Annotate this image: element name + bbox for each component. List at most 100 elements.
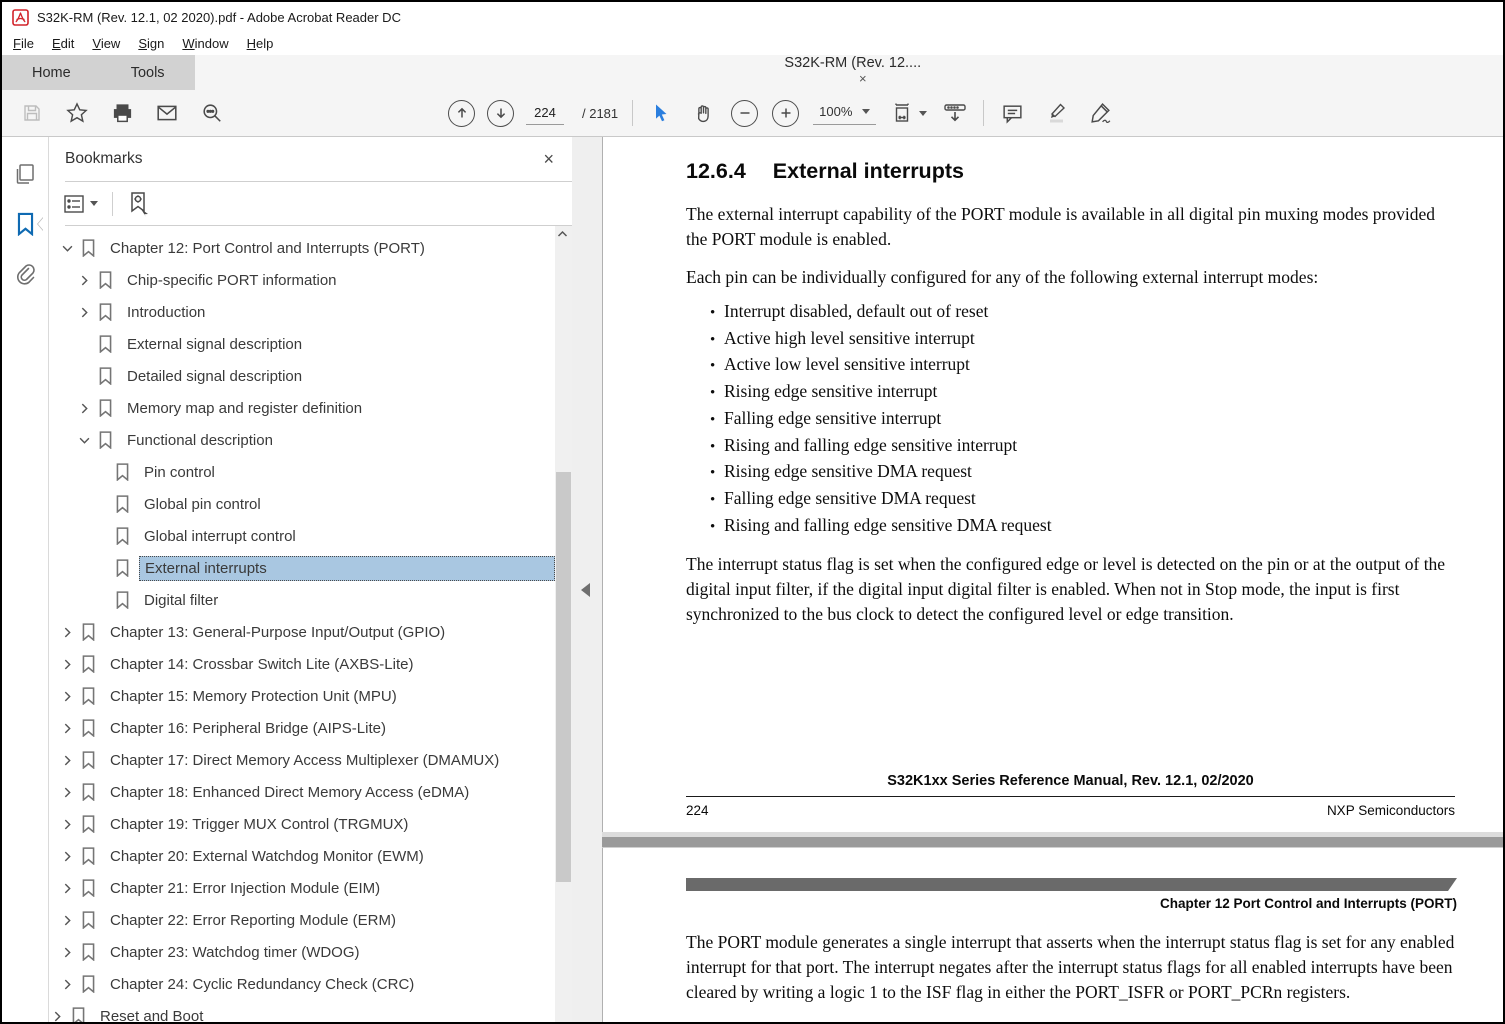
tab-document[interactable]: S32K-RM (Rev. 12.... × (194, 55, 1503, 90)
chevron-right-icon[interactable] (59, 784, 75, 800)
document-area[interactable]: 12.6.4 External interrupts The external … (602, 137, 1503, 1022)
chevron-right-icon[interactable] (59, 720, 75, 736)
bookmark-item[interactable]: Chapter 20: External Watchdog Monitor (E… (49, 840, 555, 872)
bookmark-item[interactable]: Digital filter (49, 584, 555, 616)
bookmark-item[interactable]: Chapter 18: Enhanced Direct Memory Acces… (49, 776, 555, 808)
fill-sign-icon[interactable] (1086, 98, 1114, 128)
comment-icon[interactable] (998, 98, 1026, 128)
print-icon[interactable] (108, 98, 136, 128)
bookmark-label: Memory map and register definition (127, 399, 363, 417)
scrollbar-thumb[interactable] (556, 472, 571, 882)
chevron-right-icon[interactable] (59, 880, 75, 896)
menu-file[interactable]: File (4, 36, 43, 51)
bookmark-item[interactable]: Introduction (49, 296, 555, 328)
bookmark-item[interactable]: Chip-specific PORT information (49, 264, 555, 296)
chevron-right-icon[interactable] (59, 816, 75, 832)
chevron-right-icon[interactable] (76, 400, 92, 416)
star-icon[interactable] (63, 98, 91, 128)
bookmark-item[interactable]: Global pin control (49, 488, 555, 520)
menu-window[interactable]: Window (173, 36, 237, 51)
hand-tool-icon[interactable] (689, 98, 717, 128)
bookmark-item[interactable]: External signal description (49, 328, 555, 360)
bookmark-label: Chapter 24: Cyclic Redundancy Check (CRC… (110, 975, 415, 993)
bookmark-item[interactable]: Chapter 12: Port Control and Interrupts … (49, 232, 555, 264)
chevron-right-icon[interactable] (59, 624, 75, 640)
zoom-out-icon[interactable] (731, 99, 759, 127)
title-bar: S32K-RM (Rev. 12.1, 02 2020).pdf - Adobe… (2, 2, 1503, 32)
chevron-right-icon[interactable] (59, 944, 75, 960)
bookmark-item[interactable]: Chapter 22: Error Reporting Module (ERM) (49, 904, 555, 936)
bookmark-item[interactable]: Chapter 15: Memory Protection Unit (MPU) (49, 680, 555, 712)
chevron-right-icon[interactable] (59, 656, 75, 672)
bookmark-icon (98, 335, 113, 353)
bookmark-item[interactable]: Chapter 14: Crossbar Switch Lite (AXBS-L… (49, 648, 555, 680)
close-panel-icon[interactable]: × (543, 150, 554, 168)
bookmark-item[interactable]: Functional description (49, 424, 555, 456)
bookmark-item[interactable]: Memory map and register definition (49, 392, 555, 424)
chevron-right-icon[interactable] (49, 1008, 65, 1022)
bookmark-label: Pin control (144, 463, 215, 481)
page-scrolling-icon[interactable] (941, 98, 969, 128)
chevron-right-icon[interactable] (59, 848, 75, 864)
bookmark-item[interactable]: Chapter 21: Error Injection Module (EIM) (49, 872, 555, 904)
bookmark-icon (81, 239, 96, 257)
divider (112, 191, 113, 216)
attachments-icon[interactable] (12, 261, 38, 287)
bookmark-item[interactable]: Chapter 24: Cyclic Redundancy Check (CRC… (49, 968, 555, 1000)
menu-help[interactable]: Help (238, 36, 283, 51)
next-page-icon[interactable] (487, 99, 514, 127)
bookmark-item[interactable]: Pin control (49, 456, 555, 488)
bookmark-icon (81, 655, 96, 673)
chevron-right-icon[interactable] (76, 272, 92, 288)
bookmark-item[interactable]: Chapter 16: Peripheral Bridge (AIPS-Lite… (49, 712, 555, 744)
chevron-right-icon[interactable] (59, 912, 75, 928)
bookmark-label: Global interrupt control (144, 527, 296, 545)
search-icon[interactable] (198, 98, 226, 128)
chevron-right-icon[interactable] (59, 688, 75, 704)
chapter-header-bar (686, 878, 1457, 891)
chevron-down-icon[interactable] (59, 240, 75, 256)
page-thumbnails-icon[interactable] (12, 161, 38, 187)
tab-tools[interactable]: Tools (101, 55, 195, 90)
bookmark-item[interactable]: Chapter 19: Trigger MUX Control (TRGMUX) (49, 808, 555, 840)
bookmark-item[interactable]: Reset and Boot (49, 1000, 555, 1022)
menu-edit[interactable]: Edit (43, 36, 83, 51)
bookmark-item[interactable]: Chapter 23: Watchdog timer (WDOG) (49, 936, 555, 968)
bookmark-item[interactable]: External interrupts (49, 552, 555, 584)
zoom-in-icon[interactable] (772, 99, 800, 127)
section-number: 12.6.4 (686, 159, 746, 183)
email-icon[interactable] (153, 98, 181, 128)
tab-home[interactable]: Home (2, 55, 101, 90)
page-number-input[interactable] (526, 101, 564, 125)
chevron-right-icon[interactable] (59, 976, 75, 992)
bookmark-icon (98, 367, 113, 385)
fit-width-dropdown[interactable] (890, 101, 928, 125)
bookmarks-scrollbar[interactable] (555, 226, 572, 1022)
chevron-right-icon[interactable] (76, 304, 92, 320)
bookmarks-panel-icon[interactable] (12, 211, 44, 237)
bookmark-options-dropdown[interactable] (63, 194, 98, 214)
bookmark-item[interactable]: Global interrupt control (49, 520, 555, 552)
bookmark-icon (81, 943, 96, 961)
bookmark-item[interactable]: Chapter 17: Direct Memory Access Multipl… (49, 744, 555, 776)
zoom-level-dropdown[interactable]: 100% (813, 101, 877, 125)
highlight-icon[interactable] (1042, 98, 1070, 128)
bookmark-item[interactable]: Detailed signal description (49, 360, 555, 392)
zoom-level-value: 100% (819, 104, 853, 119)
interrupt-modes-list: Interrupt disabled, default out of reset… (686, 299, 1457, 539)
menu-sign[interactable]: Sign (129, 36, 173, 51)
page-footer: S32K1xx Series Reference Manual, Rev. 12… (686, 773, 1455, 818)
previous-page-icon[interactable] (448, 99, 475, 127)
paragraph: Each pin can be individually configured … (686, 267, 1319, 287)
expand-current-bookmark-icon[interactable] (127, 191, 151, 217)
bookmark-item[interactable]: Chapter 13: General-Purpose Input/Output… (49, 616, 555, 648)
tab-bar: Home Tools S32K-RM (Rev. 12.... × (2, 55, 1503, 90)
scroll-up-icon[interactable] (557, 230, 570, 238)
menu-view[interactable]: View (83, 36, 129, 51)
save-icon[interactable] (18, 98, 46, 128)
select-tool-icon[interactable] (647, 98, 675, 128)
chevron-right-icon[interactable] (59, 752, 75, 768)
collapse-panel-icon[interactable] (581, 583, 590, 597)
chevron-down-icon[interactable] (76, 432, 92, 448)
tab-close-icon[interactable]: × (859, 71, 867, 86)
